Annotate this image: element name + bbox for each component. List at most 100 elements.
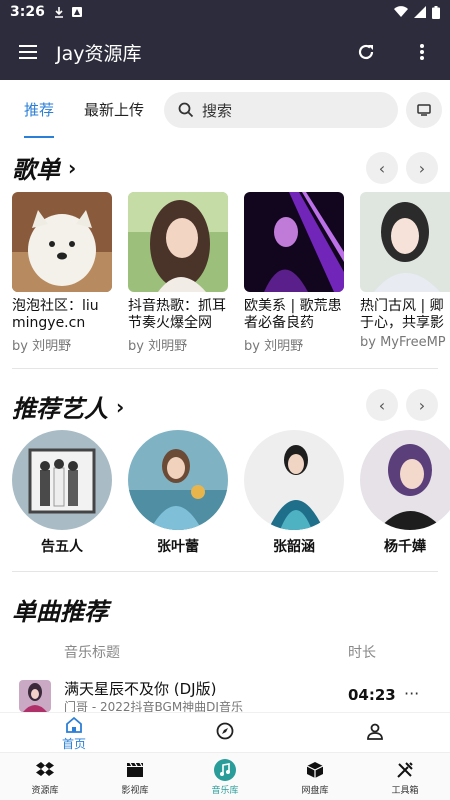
inner-nav-home-label: 首页 xyxy=(62,737,87,751)
more-options-button[interactable] xyxy=(394,24,450,80)
song-more-button[interactable]: ··· xyxy=(404,684,419,703)
bottom-nav-videos[interactable]: 影视库 xyxy=(100,759,170,796)
bottom-nav-label: 影视库 xyxy=(121,786,149,796)
column-header-title: 音乐标题 xyxy=(64,645,120,661)
playlist-cover xyxy=(128,192,228,292)
artist-card[interactable]: 张韶涵 xyxy=(244,430,344,556)
artists-next-button[interactable]: › xyxy=(406,389,438,421)
hamburger-icon xyxy=(19,45,37,59)
tab-latest-upload[interactable]: 最新上传 xyxy=(84,80,144,138)
artist-card[interactable]: 张叶蕾 xyxy=(128,430,228,556)
tools-icon xyxy=(397,762,413,778)
bottom-nav-label: 工具箱 xyxy=(391,786,419,796)
artist-avatar xyxy=(12,430,112,530)
artist-name: 杨千嬅 xyxy=(384,539,426,555)
cast-button[interactable] xyxy=(406,92,442,128)
artist-name: 告五人 xyxy=(41,539,83,555)
bottom-nav-resources[interactable]: 资源库 xyxy=(10,759,80,796)
bottom-nav-label: 资源库 xyxy=(31,786,59,796)
status-bar: 3:26 xyxy=(0,0,450,24)
chevron-right-icon: › xyxy=(116,394,125,419)
monitor-icon xyxy=(417,104,431,116)
refresh-button[interactable] xyxy=(338,24,394,80)
playlist-cover xyxy=(360,192,450,292)
app-title: Jay资源库 xyxy=(56,42,142,65)
playlist-card[interactable]: 泡泡社区：liumingye.cn by 刘明野 xyxy=(12,192,112,354)
battery-icon xyxy=(432,5,440,19)
playlists-prev-button[interactable]: ‹ xyxy=(366,152,398,184)
artist-card[interactable]: 杨千嬅 xyxy=(360,430,450,556)
divider xyxy=(0,712,450,713)
artist-avatar xyxy=(128,430,228,530)
song-title: 满天星辰不及你 (DJ版) xyxy=(64,680,217,698)
inner-nav: 首页 xyxy=(0,712,450,752)
playlist-author: by MyFreeMP xyxy=(360,335,446,350)
artist-card[interactable]: 告五人 xyxy=(12,430,112,556)
inner-nav-profile[interactable] xyxy=(366,722,384,740)
chevron-right-icon: › xyxy=(418,395,426,415)
song-duration: 04:23 xyxy=(348,686,396,704)
playlist-title: 抖音热歌：抓耳节奏火爆全网 xyxy=(128,298,226,331)
playlist-card[interactable]: 抖音热歌：抓耳节奏火爆全网 by 刘明野 xyxy=(128,192,228,354)
artist-name: 张叶蕾 xyxy=(157,539,199,555)
box-icon xyxy=(306,762,324,778)
person-icon xyxy=(367,723,383,740)
artist-avatar xyxy=(360,430,450,530)
search-placeholder: 搜索 xyxy=(202,101,233,120)
wifi-icon xyxy=(394,6,408,18)
playlist-cover xyxy=(244,192,344,292)
playlist-card[interactable]: 热门古风 | 卿于心，共享影 by MyFreeMP xyxy=(360,192,450,350)
bottom-nav-label: 网盘库 xyxy=(301,786,329,796)
playlist-card[interactable]: 欧美系 | 歌荒患者必备良药 by 刘明野 xyxy=(244,192,344,354)
playlist-cover xyxy=(12,192,112,292)
singles-section-title: 单曲推荐 xyxy=(12,592,108,627)
status-time: 3:26 xyxy=(10,4,45,20)
inner-nav-home[interactable]: 首页 xyxy=(62,716,86,752)
artists-prev-button[interactable]: ‹ xyxy=(366,389,398,421)
chevron-left-icon: ‹ xyxy=(378,158,386,178)
playlists-next-button[interactable]: › xyxy=(406,152,438,184)
bottom-nav-music[interactable]: 音乐库 xyxy=(190,759,260,796)
singles-title-text: 单曲推荐 xyxy=(12,598,108,626)
bottom-nav-label: 音乐库 xyxy=(211,786,239,796)
artists-title-text: 推荐艺人 xyxy=(12,395,108,423)
artist-avatar xyxy=(244,430,344,530)
playlists-title-text: 歌单 xyxy=(12,156,60,184)
playlist-title: 热门古风 | 卿于心，共享影 xyxy=(360,298,444,331)
chevron-left-icon: ‹ xyxy=(378,395,386,415)
app-bar: Jay资源库 xyxy=(0,24,450,80)
app-notification-icon xyxy=(71,7,82,17)
bottom-nav: 资源库 影视库 音乐库 网盘库 工具箱 xyxy=(0,752,450,800)
playlist-title: 泡泡社区：liumingye.cn xyxy=(12,298,99,331)
home-icon xyxy=(66,716,82,733)
more-vertical-icon xyxy=(420,44,424,60)
search-input[interactable]: 搜索 xyxy=(164,92,398,128)
playlists-section-title[interactable]: 歌单 › xyxy=(12,150,76,185)
column-header-duration: 时长 xyxy=(348,645,376,661)
clapper-icon xyxy=(127,762,143,777)
playlist-author: by 刘明野 xyxy=(128,339,188,354)
compass-icon xyxy=(216,722,234,740)
menu-button[interactable] xyxy=(0,24,56,80)
music-icon xyxy=(214,759,236,781)
refresh-icon xyxy=(358,44,374,60)
chevron-right-icon: › xyxy=(418,158,426,178)
inner-nav-explore[interactable] xyxy=(216,722,234,740)
dropbox-icon xyxy=(36,762,54,776)
tabs-row: 推荐 最新上传 搜索 xyxy=(0,80,450,138)
artists-section-title[interactable]: 推荐艺人 › xyxy=(12,389,124,424)
divider xyxy=(12,368,438,369)
playlist-title: 欧美系 | 歌荒患者必备良药 xyxy=(244,298,342,331)
song-thumbnail xyxy=(19,680,51,712)
artist-name: 张韶涵 xyxy=(273,539,315,555)
more-horizontal-icon: ··· xyxy=(404,684,420,703)
download-icon xyxy=(54,7,63,18)
divider xyxy=(12,571,438,572)
signal-icon xyxy=(414,6,426,18)
search-icon xyxy=(178,102,194,118)
playlist-author: by 刘明野 xyxy=(244,339,304,354)
bottom-nav-cloud[interactable]: 网盘库 xyxy=(280,759,350,796)
tab-recommend[interactable]: 推荐 xyxy=(24,80,55,138)
playlist-author: by 刘明野 xyxy=(12,339,72,354)
bottom-nav-tools[interactable]: 工具箱 xyxy=(370,759,440,796)
